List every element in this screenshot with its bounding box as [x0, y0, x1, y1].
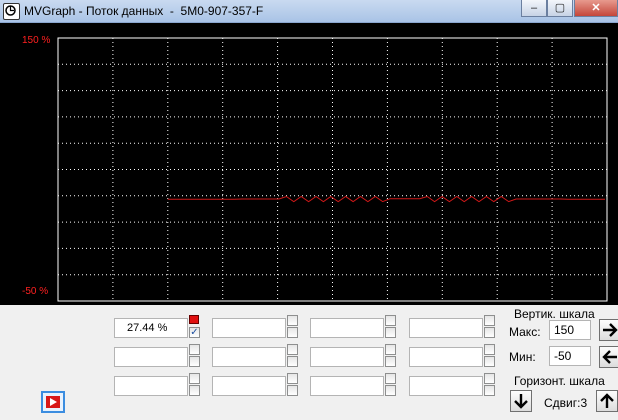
channel-value-field[interactable]	[409, 318, 483, 338]
channel-color-box[interactable]	[484, 315, 495, 326]
channel-value-field[interactable]	[114, 376, 188, 396]
channel-value-field[interactable]	[310, 347, 384, 367]
channel-value-field[interactable]	[409, 347, 483, 367]
channel-enable-checkbox[interactable]: ✓	[189, 327, 200, 338]
channel-enable-checkbox[interactable]	[484, 327, 495, 338]
channel-color-box[interactable]	[287, 315, 298, 326]
channel-color-box[interactable]	[189, 344, 200, 355]
min-label: Мин:	[509, 350, 536, 364]
max-label: Макс:	[509, 325, 541, 339]
title-bar[interactable]: MVGraph - Поток данных - 5M0-907-357-F ‒…	[0, 0, 618, 23]
close-icon: ✕	[591, 2, 601, 14]
arrow-right-icon	[603, 323, 618, 337]
maximize-icon: ▢	[554, 2, 566, 14]
arrow-down-icon	[514, 394, 528, 409]
scroll-up-button[interactable]	[596, 390, 618, 412]
close-button[interactable]: ✕	[574, 0, 618, 17]
maximize-button[interactable]: ▢	[547, 0, 573, 17]
channel-enable-checkbox[interactable]	[385, 356, 396, 367]
scale-right-button[interactable]	[599, 319, 618, 341]
vertical-scale-title: Вертик. шкала	[514, 307, 595, 321]
channel-color-box[interactable]	[189, 373, 200, 384]
play-icon	[46, 396, 60, 408]
channel-enable-checkbox[interactable]	[484, 356, 495, 367]
scale-left-button[interactable]	[599, 346, 618, 368]
channel-color-box[interactable]	[484, 373, 495, 384]
channel-color-swatch[interactable]	[189, 315, 199, 324]
minimize-icon: ‒	[530, 2, 538, 14]
channel-enable-checkbox[interactable]	[385, 385, 396, 396]
arrow-left-icon	[602, 350, 617, 364]
horizontal-scale-title: Горизонт. шкала	[514, 374, 605, 388]
channel-color-box[interactable]	[287, 373, 298, 384]
plot-frame	[57, 37, 608, 302]
channel-value-field[interactable]: 27.44 %	[114, 318, 188, 338]
channel-value-field[interactable]	[212, 318, 286, 338]
channel-enable-checkbox[interactable]	[287, 327, 298, 338]
channel-enable-checkbox[interactable]	[287, 356, 298, 367]
chart-area: 150 % -50 %	[0, 23, 618, 305]
channel-value-field[interactable]	[310, 376, 384, 396]
channel-color-box[interactable]	[385, 315, 396, 326]
y-axis-max-label: 150 %	[22, 35, 51, 46]
minimize-button[interactable]: ‒	[521, 0, 547, 17]
series-line	[167, 195, 605, 203]
y-axis-min-label: -50 %	[22, 286, 49, 297]
channel-color-box[interactable]	[287, 344, 298, 355]
channel-value-field[interactable]	[212, 376, 286, 396]
min-value-input[interactable]: -50	[549, 346, 591, 366]
channel-enable-checkbox[interactable]	[189, 385, 200, 396]
channel-value-field[interactable]	[409, 376, 483, 396]
shift-label: Сдвиг:3	[544, 396, 588, 410]
arrow-up-icon	[600, 393, 614, 408]
channel-value-field[interactable]	[310, 318, 384, 338]
window-title: MVGraph - Поток данных - 5M0-907-357-F	[24, 4, 264, 18]
channel-color-box[interactable]	[484, 344, 495, 355]
channel-enable-checkbox[interactable]	[484, 385, 495, 396]
channel-value-field[interactable]	[212, 347, 286, 367]
play-button[interactable]	[41, 391, 65, 413]
scroll-down-button[interactable]	[510, 390, 532, 412]
max-value-input[interactable]: 150	[549, 320, 591, 340]
channel-value-field[interactable]	[114, 347, 188, 367]
app-icon	[3, 3, 20, 20]
channel-enable-checkbox[interactable]	[287, 385, 298, 396]
channel-enable-checkbox[interactable]	[385, 327, 396, 338]
channel-enable-checkbox[interactable]	[189, 356, 200, 367]
channel-color-box[interactable]	[385, 373, 396, 384]
channel-color-box[interactable]	[385, 344, 396, 355]
line-chart	[57, 37, 608, 302]
